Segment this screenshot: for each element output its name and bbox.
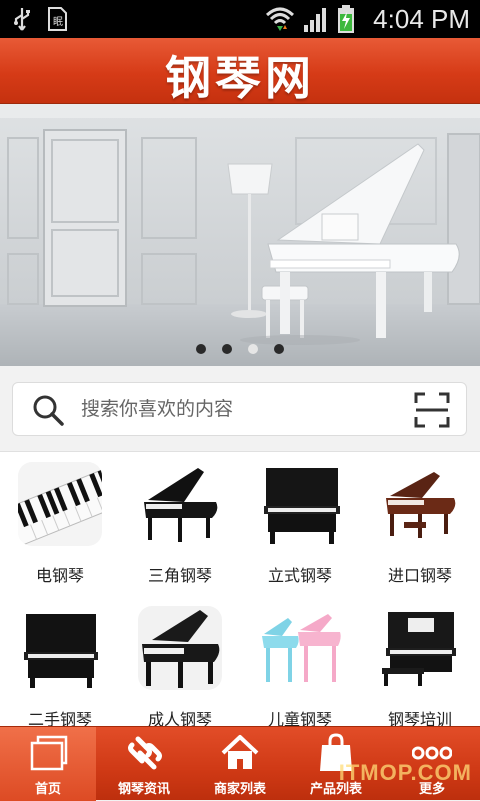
- category-label: 立式钢琴: [267, 566, 332, 585]
- tab-merchant-list[interactable]: 商家列表: [192, 727, 288, 801]
- category-item-imported-piano[interactable]: 进口钢琴: [360, 452, 480, 592]
- category-item-grand-piano[interactable]: 三角钢琴: [120, 452, 240, 592]
- status-bar: 眠 4:04 PM: [0, 0, 480, 38]
- sim-card-icon: 眠: [48, 7, 67, 31]
- category-item-used-piano[interactable]: 二手钢琴: [0, 596, 120, 736]
- carousel-dot[interactable]: [196, 344, 206, 354]
- carousel-indicator: [0, 344, 480, 354]
- watermark: ITMOP.COM: [338, 760, 472, 785]
- search-input[interactable]: [81, 383, 401, 435]
- svg-text:眠: 眠: [53, 16, 63, 28]
- toy-pianos-image: [258, 606, 342, 690]
- banner-image: [0, 104, 480, 366]
- brown-grand-piano-image: [378, 462, 462, 546]
- black-upright-piano-image: [18, 606, 102, 690]
- scan-icon[interactable]: [414, 392, 450, 428]
- tab-label: 首页: [34, 782, 61, 797]
- upright-piano-with-bench-image: [378, 606, 462, 690]
- category-label: 电钢琴: [35, 566, 84, 585]
- black-upright-piano-image: [258, 462, 342, 546]
- home-screens-icon: [30, 735, 68, 771]
- search-box[interactable]: [12, 382, 467, 436]
- battery-charging-icon: [338, 5, 355, 33]
- house-icon: [221, 735, 259, 769]
- category-item-upright-piano[interactable]: 立式钢琴: [240, 452, 360, 592]
- category-item-piano-training[interactable]: 钢琴培训: [360, 596, 480, 736]
- black-grand-piano-image: [138, 606, 222, 690]
- app-header: 钢琴网: [0, 38, 480, 105]
- signal-icon: [304, 8, 327, 32]
- black-grand-piano-image: [138, 462, 222, 546]
- page-title: 钢琴网: [165, 51, 315, 105]
- carousel-dot-active[interactable]: [248, 344, 258, 354]
- category-label: 三角钢琴: [147, 566, 212, 585]
- carousel-dot[interactable]: [222, 344, 232, 354]
- tab-home[interactable]: 首页: [0, 727, 96, 801]
- category-item-kids-piano[interactable]: 儿童钢琴: [240, 596, 360, 736]
- banner-carousel[interactable]: [0, 104, 480, 366]
- category-item-adult-piano[interactable]: 成人钢琴: [120, 596, 240, 736]
- category-grid: 电钢琴 三角钢琴 立式钢琴 进口钢琴 二手钢琴 成人钢琴 儿童钢琴 钢琴培训: [0, 452, 480, 729]
- category-label: 进口钢琴: [387, 566, 452, 585]
- carousel-dot[interactable]: [274, 344, 284, 354]
- tab-label: 商家列表: [213, 782, 266, 797]
- usb-icon: [14, 8, 30, 31]
- wifi-icon: [266, 7, 295, 31]
- tab-piano-news[interactable]: 钢琴资讯: [96, 727, 192, 801]
- category-item-electric-piano[interactable]: 电钢琴: [0, 452, 120, 592]
- status-time: 4:04 PM: [373, 3, 470, 34]
- tab-label: 钢琴资讯: [117, 782, 170, 797]
- keyboard-closeup-image: [18, 462, 102, 546]
- search-section: [0, 366, 480, 452]
- search-icon[interactable]: [31, 393, 65, 427]
- link-icon: [128, 736, 162, 770]
